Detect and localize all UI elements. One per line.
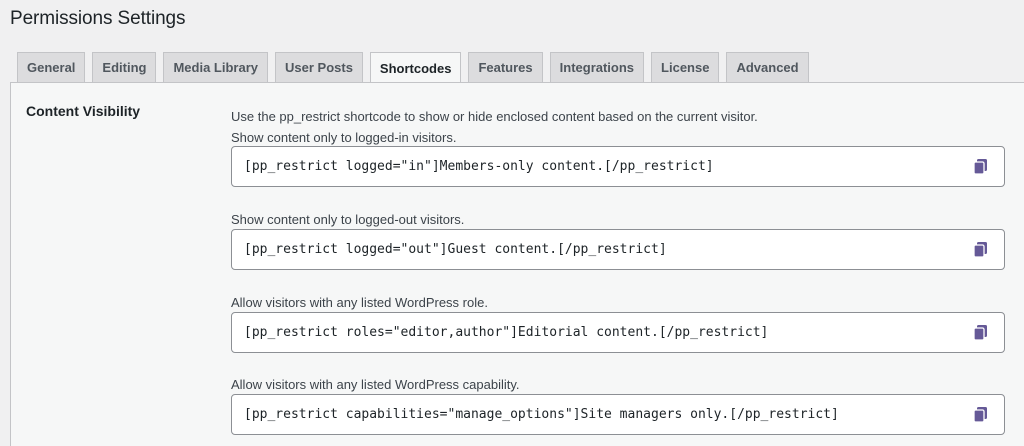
example-description: Show content only to logged-out visitors… [231, 212, 465, 227]
tab-general[interactable]: General [17, 52, 86, 82]
section-title: Content Visibility [26, 103, 141, 119]
section-intro: Use the pp_restrict shortcode to show or… [231, 109, 758, 124]
tab-advanced[interactable]: Advanced [726, 52, 809, 82]
settings-tabs: General Editing Media Library User Posts… [17, 52, 809, 83]
copy-icon[interactable] [972, 406, 990, 424]
example-description: Allow visitors with any listed WordPress… [231, 377, 520, 392]
copy-icon[interactable] [972, 324, 990, 342]
example-description: Show content only to logged-in visitors. [231, 130, 457, 145]
shortcode-field[interactable]: [pp_restrict logged="in"]Members-only co… [231, 146, 1005, 187]
shortcode-text[interactable]: [pp_restrict capabilities="manage_option… [244, 407, 839, 422]
tab-media-library[interactable]: Media Library [163, 52, 268, 82]
shortcode-field[interactable]: [pp_restrict logged="out"]Guest content.… [231, 229, 1005, 270]
tab-shortcodes[interactable]: Shortcodes [369, 52, 462, 83]
shortcode-text[interactable]: [pp_restrict logged="out"]Guest content.… [244, 242, 667, 257]
copy-icon[interactable] [972, 158, 990, 176]
tab-license[interactable]: License [651, 52, 720, 82]
page-title: Permissions Settings [10, 8, 186, 29]
tab-editing[interactable]: Editing [92, 52, 157, 82]
copy-icon[interactable] [972, 241, 990, 259]
tab-user-posts[interactable]: User Posts [275, 52, 363, 82]
settings-panel: Content Visibility Use the pp_restrict s… [10, 82, 1024, 446]
shortcode-text[interactable]: [pp_restrict logged="in"]Members-only co… [244, 159, 714, 174]
tab-features[interactable]: Features [468, 52, 543, 82]
shortcode-field[interactable]: [pp_restrict capabilities="manage_option… [231, 394, 1005, 435]
shortcode-text[interactable]: [pp_restrict roles="editor,author"]Edito… [244, 325, 768, 340]
shortcode-field[interactable]: [pp_restrict roles="editor,author"]Edito… [231, 312, 1005, 353]
tab-integrations[interactable]: Integrations [549, 52, 645, 82]
example-description: Allow visitors with any listed WordPress… [231, 295, 488, 310]
